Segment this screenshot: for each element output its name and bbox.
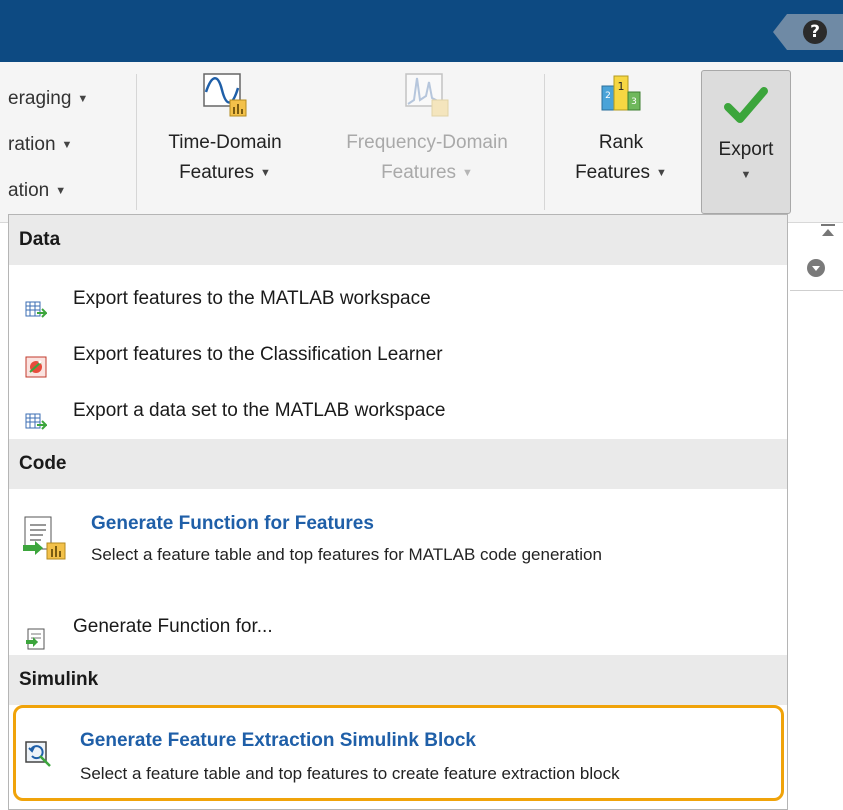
panel-options-icon[interactable] — [807, 259, 825, 277]
menu-item-label: Generate Function for... — [73, 616, 273, 637]
title-bar — [0, 0, 843, 62]
menu-item-title: Generate Function for Features — [91, 513, 374, 534]
ration-label: ration — [8, 134, 56, 155]
menu-item-export-dataset-workspace[interactable]: Export a data set to the MATLAB workspac… — [9, 383, 787, 439]
time-domain-label-2: Features — [179, 162, 255, 183]
ribbon-separator — [136, 74, 137, 210]
classification-learner-icon — [25, 345, 47, 378]
chevron-down-icon: ▼ — [656, 167, 667, 179]
frequency-domain-label-1: Frequency-Domain — [346, 132, 508, 153]
simulink-block-icon — [24, 740, 52, 768]
ration-dropdown[interactable]: ration ▼ — [8, 130, 72, 160]
export-dropdown-menu: Data Export features to the MATLAB works… — [8, 214, 788, 810]
checkmark-icon — [722, 81, 770, 129]
chevron-down-icon: ▼ — [740, 169, 752, 181]
averaging-dropdown[interactable]: eraging ▼ — [8, 84, 88, 114]
chevron-down-icon: ▼ — [61, 139, 73, 151]
export-button[interactable]: Export ▼ — [701, 70, 791, 214]
menu-item-label: Export features to the Classification Le… — [73, 344, 443, 365]
menu-item-generate-function-for[interactable]: Generate Function for... — [9, 599, 787, 655]
frequency-domain-label-2: Features — [381, 162, 457, 183]
ation-dropdown[interactable]: ation ▼ — [8, 176, 66, 206]
menu-item-export-features-workspace[interactable]: Export features to the MATLAB workspace — [9, 271, 787, 327]
section-header-code: Code — [9, 439, 787, 489]
time-domain-label-1: Time-Domain — [168, 132, 282, 153]
rank-label-2: Features — [575, 162, 651, 183]
svg-text:2: 2 — [605, 91, 611, 101]
rank-label-1: Rank — [598, 132, 644, 153]
export-label: Export — [718, 139, 774, 160]
chevron-down-icon: ▼ — [462, 167, 473, 179]
frequency-domain-features-button[interactable]: Frequency-Domain Features ▼ — [320, 70, 534, 188]
chevron-down-icon: ▼ — [77, 93, 89, 105]
chevron-down-icon: ▼ — [260, 167, 271, 179]
svg-text:3: 3 — [631, 97, 637, 107]
menu-item-label: Export features to the MATLAB workspace — [73, 288, 431, 309]
averaging-label: eraging — [8, 88, 72, 109]
table-export-icon — [25, 401, 49, 430]
help-icon[interactable]: ? — [803, 20, 827, 44]
menu-item-title: Generate Feature Extraction Simulink Blo… — [80, 730, 476, 751]
section-header-simulink: Simulink — [9, 655, 787, 705]
menu-item-generate-simulink-block[interactable]: Generate Feature Extraction Simulink Blo… — [13, 705, 784, 801]
section-header-data: Data — [9, 215, 787, 265]
table-export-icon — [25, 289, 49, 318]
svg-text:1: 1 — [618, 80, 625, 93]
collapse-toolstrip-icon[interactable] — [818, 222, 838, 242]
chevron-down-icon: ▼ — [55, 185, 67, 197]
ation-label: ation — [8, 180, 50, 201]
rank-podium-icon: 1 2 3 — [596, 70, 646, 120]
generate-function-small-icon — [25, 617, 47, 650]
generate-function-icon — [21, 515, 67, 561]
menu-item-export-classification-learner[interactable]: Export features to the Classification Le… — [9, 327, 787, 383]
ribbon-separator — [544, 74, 545, 210]
panel-divider — [790, 290, 843, 291]
menu-item-description: Select a feature table and top features … — [91, 545, 602, 564]
frequency-domain-icon — [402, 70, 452, 120]
rank-features-button[interactable]: 1 2 3 Rank Features ▼ — [556, 70, 686, 188]
menu-item-generate-function-features[interactable]: Generate Function for Features Select a … — [9, 503, 787, 585]
time-domain-features-button[interactable]: Time-Domain Features ▼ — [150, 70, 300, 188]
menu-item-description: Select a feature table and top features … — [80, 764, 620, 783]
time-domain-icon — [200, 70, 250, 120]
menu-item-label: Export a data set to the MATLAB workspac… — [73, 400, 446, 421]
